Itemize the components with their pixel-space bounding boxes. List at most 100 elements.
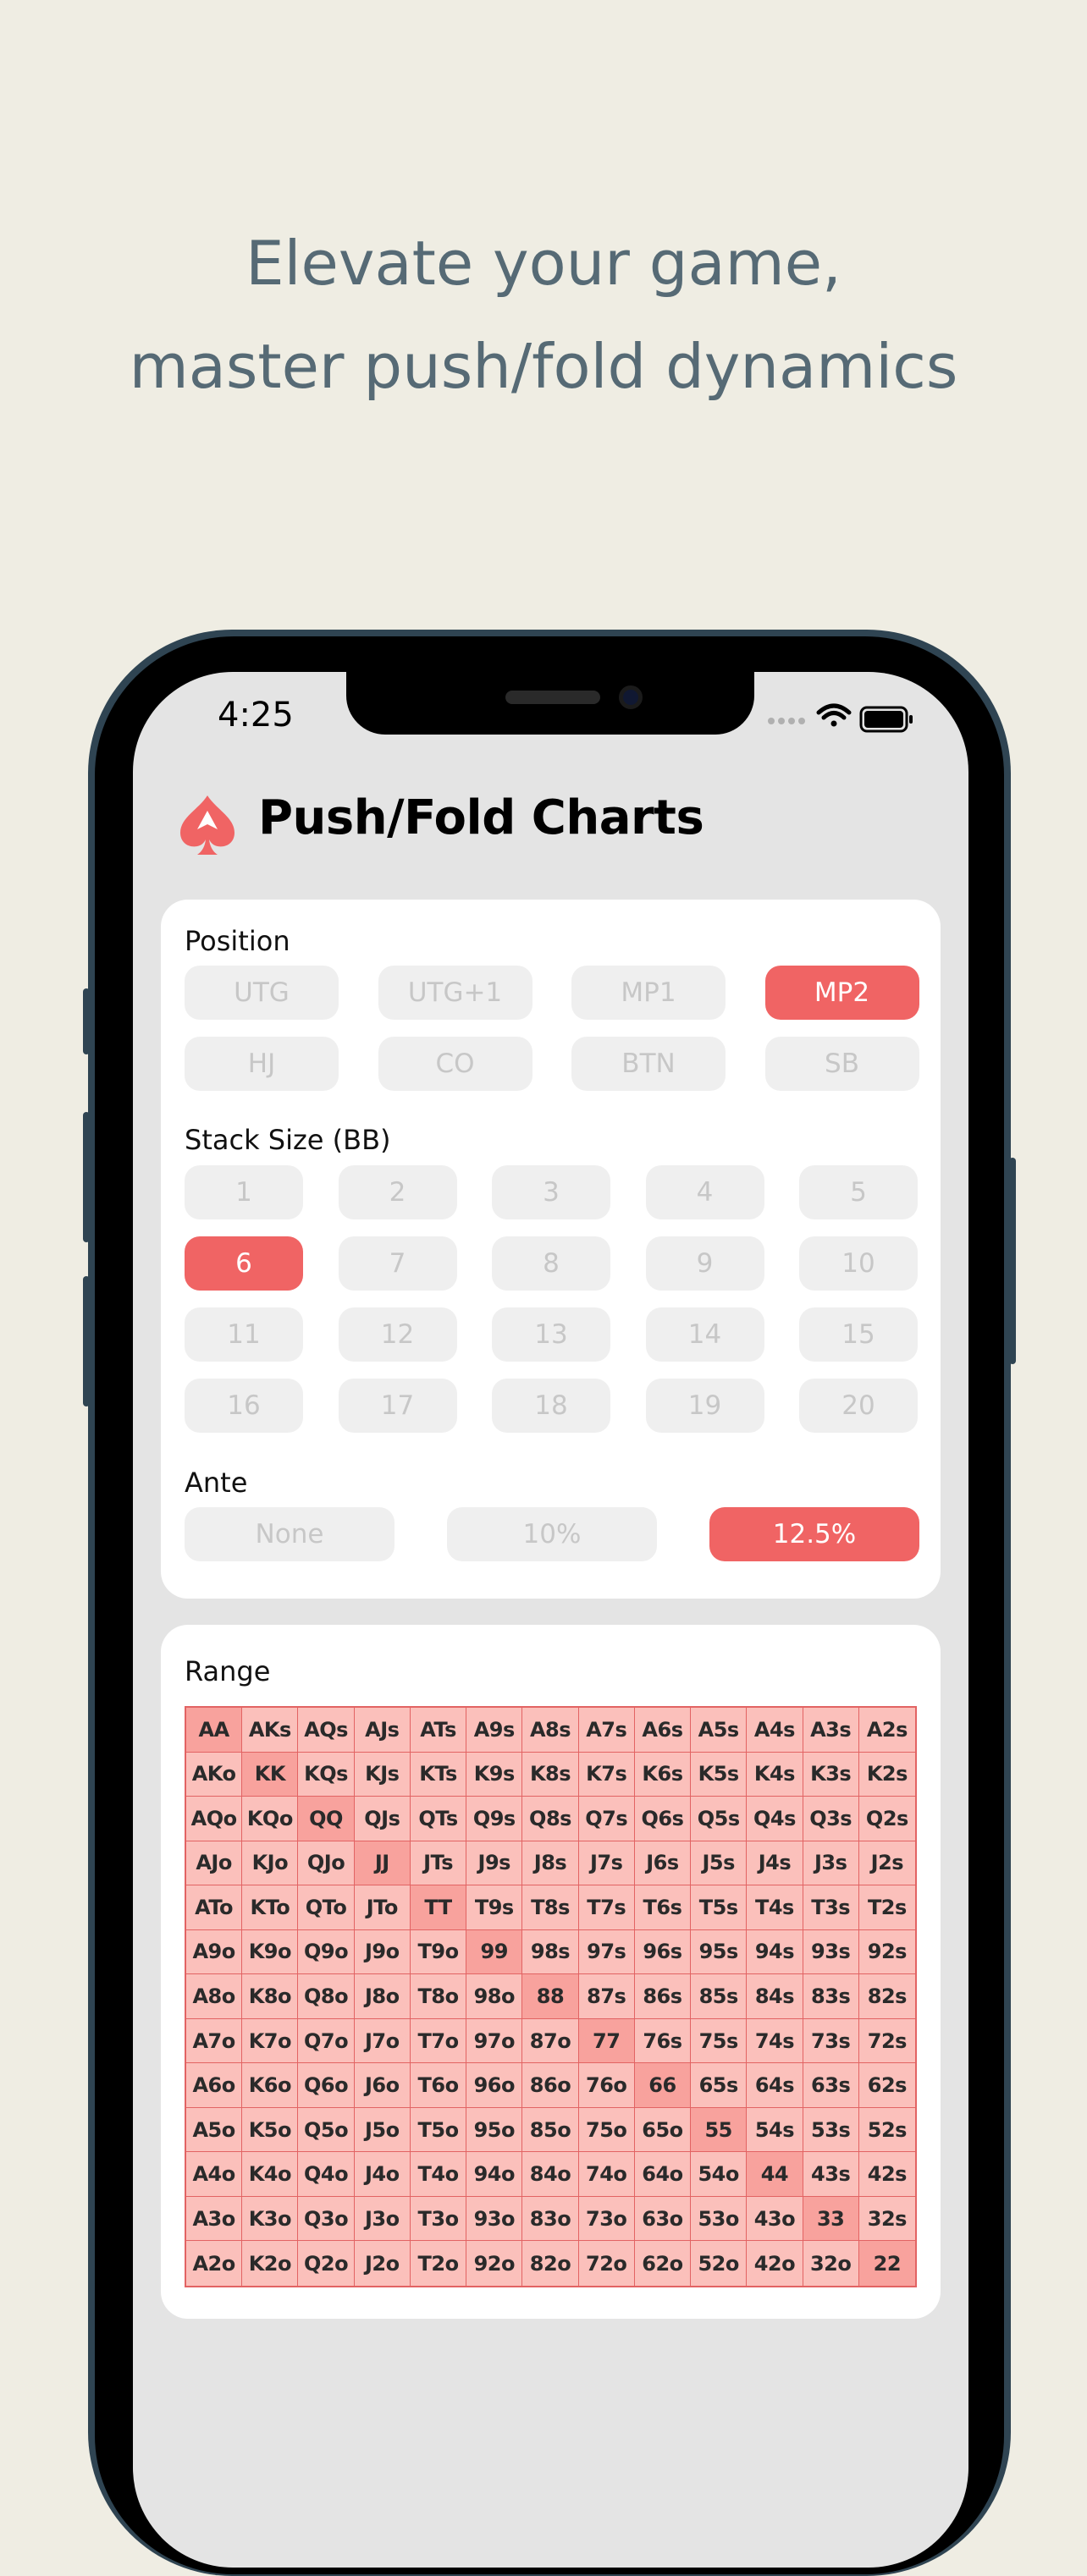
stack-size-option-3[interactable]: 3 [492,1165,610,1219]
range-cell-84o[interactable]: 84o [522,2152,579,2197]
range-cell-k9s[interactable]: K9s [466,1752,523,1797]
range-cell-ajo[interactable]: AJo [186,1841,243,1886]
range-cell-q6s[interactable]: Q6s [634,1797,692,1841]
range-cell-22[interactable]: 22 [858,2241,915,2286]
stack-size-option-1[interactable]: 1 [185,1165,303,1219]
range-cell-a4o[interactable]: A4o [186,2152,243,2197]
stack-size-option-11[interactable]: 11 [185,1307,303,1362]
range-cell-42o[interactable]: 42o [747,2241,803,2286]
range-cell-74s[interactable]: 74s [747,2018,803,2064]
range-cell-55[interactable]: 55 [691,2107,748,2153]
range-cell-k2s[interactable]: K2s [858,1752,915,1797]
range-cell-qto[interactable]: QTo [298,1885,355,1930]
range-cell-q8o[interactable]: Q8o [298,1974,355,2019]
range-cell-76s[interactable]: 76s [634,2018,692,2064]
position-option-co[interactable]: CO [378,1037,532,1091]
range-cell-ats[interactable]: ATs [410,1708,467,1753]
stack-size-option-18[interactable]: 18 [492,1379,610,1433]
range-cell-kto[interactable]: KTo [242,1885,299,1930]
stack-size-option-12[interactable]: 12 [338,1307,457,1362]
ante-option-12-5pct[interactable]: 12.5% [709,1507,919,1561]
range-cell-85s[interactable]: 85s [691,1974,748,2019]
range-cell-t5s[interactable]: T5s [691,1885,748,1930]
range-cell-aqo[interactable]: AQo [186,1797,243,1841]
range-cell-82o[interactable]: 82o [522,2241,579,2286]
range-cell-96o[interactable]: 96o [466,2063,523,2108]
stack-size-option-16[interactable]: 16 [185,1379,303,1433]
range-cell-j6o[interactable]: J6o [354,2063,411,2108]
range-cell-k6s[interactable]: K6s [634,1752,692,1797]
range-cell-j9s[interactable]: J9s [466,1841,523,1886]
stack-size-option-2[interactable]: 2 [338,1165,457,1219]
range-cell-a3s[interactable]: A3s [803,1708,859,1753]
range-cell-q5o[interactable]: Q5o [298,2107,355,2153]
range-cell-j8o[interactable]: J8o [354,1974,411,2019]
position-option-mp2[interactable]: MP2 [764,966,919,1020]
range-cell-kts[interactable]: KTs [410,1752,467,1797]
range-cell-t9o[interactable]: T9o [410,1929,467,1975]
range-cell-aks[interactable]: AKs [242,1708,299,1753]
range-cell-97s[interactable]: 97s [578,1929,635,1975]
range-cell-a6s[interactable]: A6s [634,1708,692,1753]
range-cell-72s[interactable]: 72s [858,2018,915,2064]
range-cell-q7s[interactable]: Q7s [578,1797,635,1841]
range-cell-t4o[interactable]: T4o [410,2152,467,2197]
range-cell-j7o[interactable]: J7o [354,2018,411,2064]
range-cell-kk[interactable]: KK [242,1752,299,1797]
range-cell-t4s[interactable]: T4s [747,1885,803,1930]
range-cell-99[interactable]: 99 [466,1929,523,1975]
range-cell-72o[interactable]: 72o [578,2241,635,2286]
range-cell-q5s[interactable]: Q5s [691,1797,748,1841]
range-cell-kjo[interactable]: KJo [242,1841,299,1886]
range-cell-k8o[interactable]: K8o [242,1974,299,2019]
range-cell-88[interactable]: 88 [522,1974,579,2019]
range-cell-j4o[interactable]: J4o [354,2152,411,2197]
position-option-utgplus1[interactable]: UTG+1 [378,966,532,1020]
range-cell-43o[interactable]: 43o [747,2196,803,2242]
range-cell-j7s[interactable]: J7s [578,1841,635,1886]
range-cell-92s[interactable]: 92s [858,1929,915,1975]
range-cell-t8s[interactable]: T8s [522,1885,579,1930]
range-cell-ato[interactable]: ATo [186,1885,243,1930]
range-cell-k5o[interactable]: K5o [242,2107,299,2153]
range-cell-86o[interactable]: 86o [522,2063,579,2108]
range-cell-77[interactable]: 77 [578,2018,635,2064]
range-cell-a6o[interactable]: A6o [186,2063,243,2108]
range-cell-84s[interactable]: 84s [747,1974,803,2019]
stack-size-option-14[interactable]: 14 [645,1307,764,1362]
range-cell-63s[interactable]: 63s [803,2063,859,2108]
range-cell-62s[interactable]: 62s [858,2063,915,2108]
range-cell-a9s[interactable]: A9s [466,1708,523,1753]
range-cell-t7s[interactable]: T7s [578,1885,635,1930]
range-cell-73o[interactable]: 73o [578,2196,635,2242]
ante-option-none[interactable]: None [185,1507,395,1561]
position-option-utg[interactable]: UTG [185,966,339,1020]
range-cell-k2o[interactable]: K2o [242,2241,299,2286]
stack-size-option-8[interactable]: 8 [492,1236,610,1291]
range-cell-a8o[interactable]: A8o [186,1974,243,2019]
range-cell-k8s[interactable]: K8s [522,1752,579,1797]
range-cell-74o[interactable]: 74o [578,2152,635,2197]
range-cell-j5s[interactable]: J5s [691,1841,748,1886]
range-cell-kqs[interactable]: KQs [298,1752,355,1797]
range-cell-a7o[interactable]: A7o [186,2018,243,2064]
range-cell-k9o[interactable]: K9o [242,1929,299,1975]
range-cell-32o[interactable]: 32o [803,2241,859,2286]
range-cell-65o[interactable]: 65o [634,2107,692,2153]
range-cell-kqo[interactable]: KQo [242,1797,299,1841]
range-cell-64o[interactable]: 64o [634,2152,692,2197]
range-cell-93o[interactable]: 93o [466,2196,523,2242]
range-cell-95o[interactable]: 95o [466,2107,523,2153]
stack-size-option-17[interactable]: 17 [338,1379,457,1433]
position-option-hj[interactable]: HJ [185,1037,339,1091]
range-cell-k7s[interactable]: K7s [578,1752,635,1797]
range-cell-t2o[interactable]: T2o [410,2241,467,2286]
range-cell-k6o[interactable]: K6o [242,2063,299,2108]
range-cell-q9o[interactable]: Q9o [298,1929,355,1975]
range-cell-aa[interactable]: AA [186,1708,243,1753]
stack-size-option-7[interactable]: 7 [338,1236,457,1291]
range-cell-83o[interactable]: 83o [522,2196,579,2242]
stack-size-option-5[interactable]: 5 [799,1165,918,1219]
range-cell-t3s[interactable]: T3s [803,1885,859,1930]
range-cell-43s[interactable]: 43s [803,2152,859,2197]
